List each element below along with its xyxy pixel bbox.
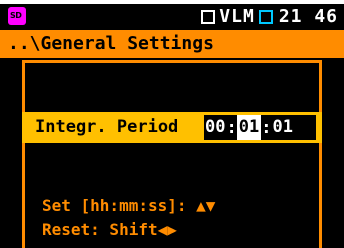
- integr-period-row[interactable]: Integr. Period 00 : 01 : 01: [22, 112, 322, 143]
- sd-card-label: SD: [10, 11, 22, 20]
- mode-box-icon: [201, 10, 216, 24]
- hours-field[interactable]: 00: [204, 115, 226, 140]
- time-separator: :: [226, 117, 237, 138]
- set-hint: Set [hh:mm:ss]: ▲▼: [42, 196, 215, 215]
- left-right-arrows-icon: ◀▶: [157, 220, 177, 239]
- seconds-field[interactable]: 01: [271, 115, 293, 140]
- sd-card-icon: SD: [8, 7, 26, 25]
- integr-period-value[interactable]: 00 : 01 : 01: [204, 115, 316, 140]
- status-right: VLM 21 46: [201, 5, 338, 29]
- device-screen: SD VLM 21 46 ..\General Settings Integr.…: [0, 0, 344, 248]
- reset-hint-label: Reset: Shift: [42, 220, 158, 239]
- set-hint-label: Set [hh:mm:ss]:: [42, 196, 187, 215]
- battery-icon: [258, 10, 273, 24]
- status-time: 21 46: [278, 6, 338, 27]
- up-down-arrows-icon: ▲▼: [196, 196, 216, 215]
- time-separator: :: [261, 117, 272, 138]
- status-bar: SD VLM 21 46: [0, 4, 344, 30]
- minutes-field[interactable]: 01: [236, 115, 262, 140]
- page-title: ..\General Settings: [8, 33, 214, 54]
- status-indicator: VLM: [219, 6, 255, 27]
- integr-period-label: Integr. Period: [35, 117, 179, 137]
- title-bar: ..\General Settings: [0, 30, 344, 58]
- reset-hint: Reset: Shift◀▶: [42, 220, 177, 239]
